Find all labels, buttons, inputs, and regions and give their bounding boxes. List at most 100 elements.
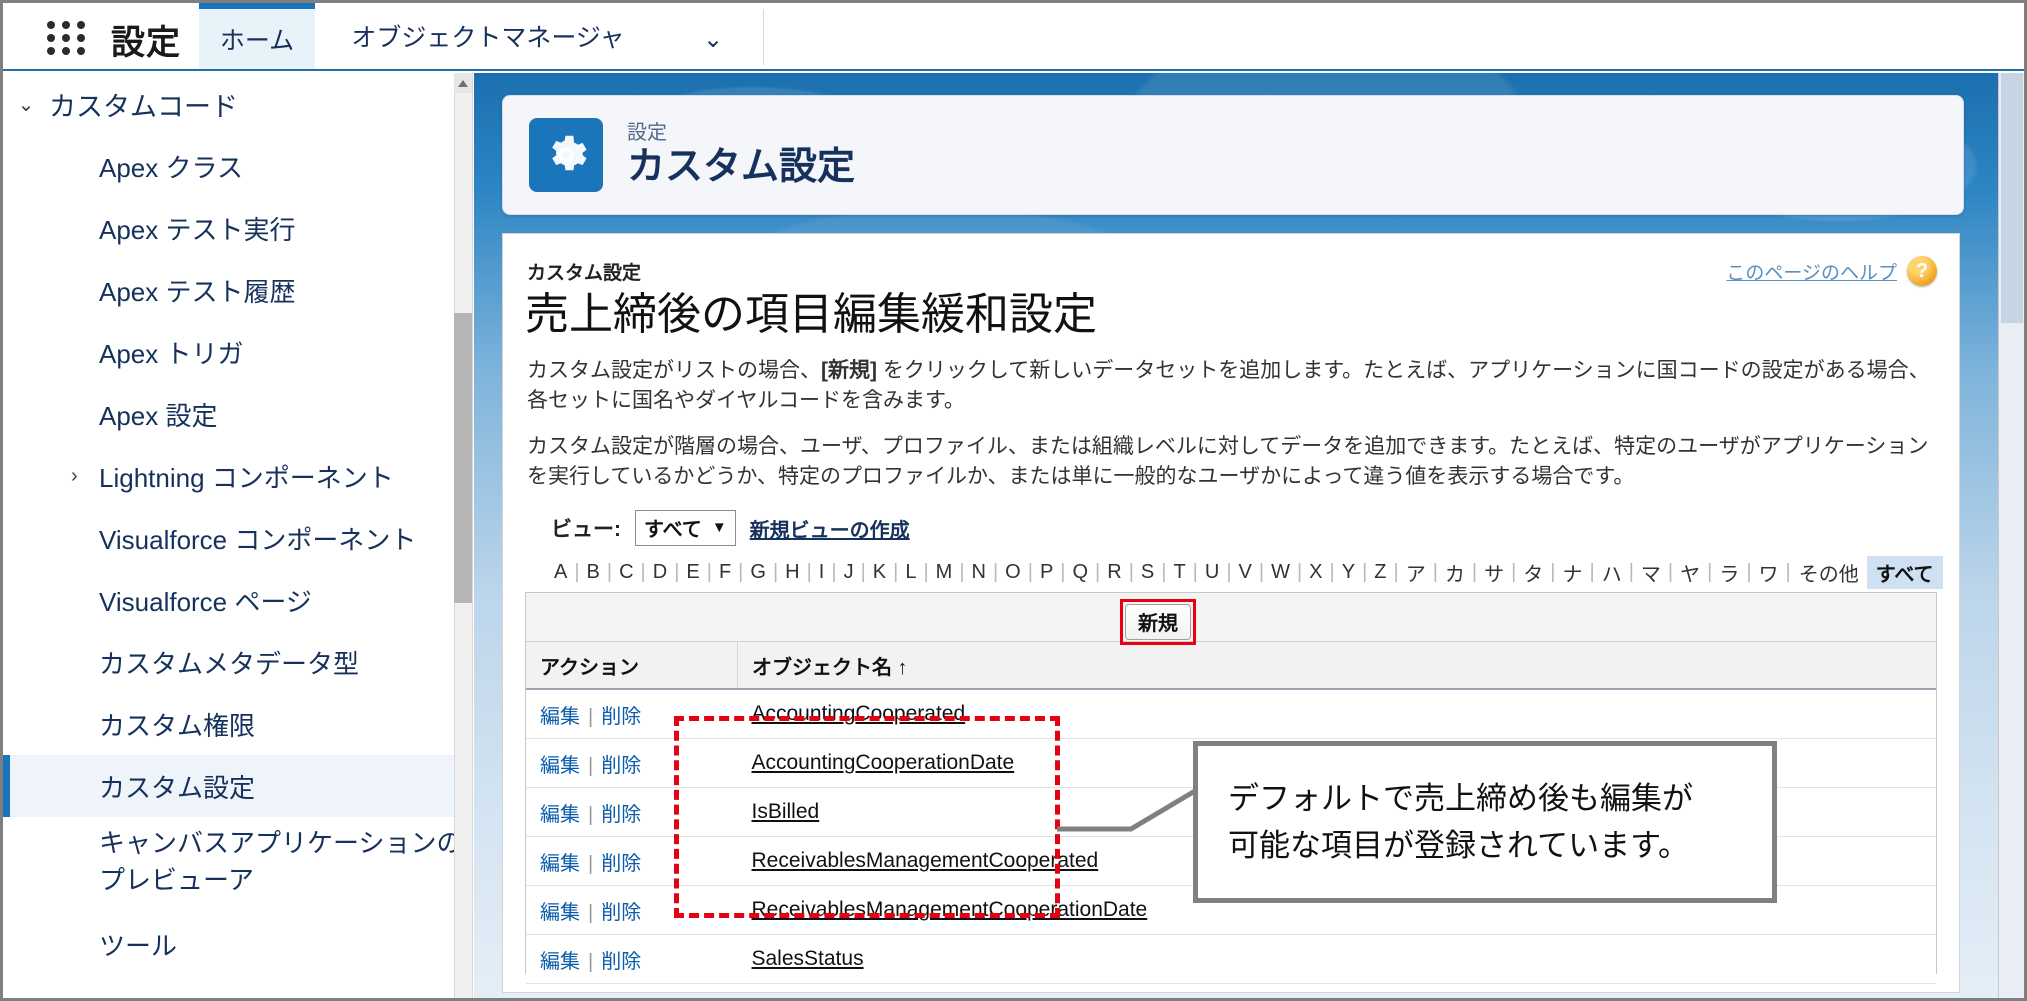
- alpha-letter[interactable]: L: [898, 561, 923, 584]
- table-row[interactable]: 編集|削除 AccountingCooperated: [526, 689, 1936, 739]
- create-new-view-link[interactable]: 新規ビューの作成: [750, 514, 910, 543]
- alpha-letter[interactable]: ヤ: [1673, 558, 1707, 587]
- delete-link[interactable]: 削除: [601, 755, 641, 777]
- header-divider: [763, 9, 764, 65]
- alpha-letter[interactable]: ワ: [1752, 558, 1786, 587]
- edit-link[interactable]: 編集: [540, 706, 580, 728]
- sidebar-item-custom-metadata-types[interactable]: カスタムメタデータ型: [3, 631, 472, 693]
- chevron-right-icon[interactable]: ›: [71, 465, 78, 488]
- alpha-letter[interactable]: U: [1198, 561, 1226, 584]
- page-scrollbar-thumb[interactable]: [2001, 73, 2023, 323]
- page-scrollbar[interactable]: [1998, 73, 2024, 1001]
- sidebar-item-visualforce-components[interactable]: Visualforce コンポーネント: [3, 507, 472, 569]
- alpha-letter[interactable]: S: [1134, 561, 1161, 584]
- alpha-letter[interactable]: サ: [1477, 558, 1511, 587]
- object-name-link[interactable]: AccountingCooperated: [752, 702, 966, 725]
- alpha-letter[interactable]: ラ: [1712, 558, 1746, 587]
- edit-link[interactable]: 編集: [540, 853, 580, 875]
- row-actions: 編集|削除: [526, 689, 738, 739]
- chevron-down-icon[interactable]: ⌄: [703, 25, 723, 54]
- alpha-letter[interactable]: N: [965, 561, 993, 584]
- alpha-all[interactable]: すべて: [1867, 556, 1943, 589]
- scroll-up-arrow-icon[interactable]: [454, 73, 472, 93]
- object-name-link[interactable]: IsBilled: [752, 800, 820, 823]
- app-window: 設定 ホーム オブジェクトマネージャ ⌄ ⌄ カスタムコード Apex クラス …: [0, 0, 2027, 1001]
- delete-link[interactable]: 削除: [601, 804, 641, 826]
- sidebar-item-tools[interactable]: ツール: [3, 913, 472, 975]
- sidebar-item-apex-triggers[interactable]: Apex トリガ: [3, 321, 472, 383]
- edit-link[interactable]: 編集: [540, 755, 580, 777]
- help-question-icon[interactable]: ?: [1907, 256, 1937, 286]
- alpha-letter[interactable]: ハ: [1595, 558, 1629, 587]
- alpha-letter[interactable]: カ: [1438, 558, 1472, 587]
- delete-link[interactable]: 削除: [601, 853, 641, 875]
- sidebar-scrollbar[interactable]: [454, 73, 472, 1001]
- table-row[interactable]: 編集|削除 SalesStatus: [526, 935, 1936, 984]
- alpha-letter[interactable]: B: [580, 561, 607, 584]
- sidebar-item-apex-classes[interactable]: Apex クラス: [3, 135, 472, 197]
- alpha-other[interactable]: その他: [1791, 558, 1867, 587]
- alpha-letter[interactable]: W: [1264, 561, 1297, 584]
- alpha-letter[interactable]: ナ: [1556, 558, 1590, 587]
- alpha-letter[interactable]: K: [866, 561, 893, 584]
- page-header-card: 設定 カスタム設定: [502, 95, 1964, 215]
- annotation-callout: デフォルトで売上締め後も編集が 可能な項目が登録されています。: [1193, 741, 1777, 903]
- alpha-letter[interactable]: E: [679, 561, 706, 584]
- alpha-letter[interactable]: C: [612, 561, 640, 584]
- object-name-link[interactable]: SalesStatus: [752, 947, 864, 970]
- alpha-letter[interactable]: V: [1232, 561, 1259, 584]
- object-name-link[interactable]: ReceivablesManagementCooperated: [752, 849, 1099, 872]
- alpha-letter[interactable]: J: [837, 561, 861, 584]
- sidebar-item-lightning-components[interactable]: › Lightning コンポーネント: [3, 445, 472, 507]
- delete-link[interactable]: 削除: [601, 706, 641, 728]
- edit-link[interactable]: 編集: [540, 951, 580, 973]
- alpha-letter[interactable]: ア: [1399, 558, 1433, 587]
- alpha-letter[interactable]: I: [812, 561, 832, 584]
- object-name-link[interactable]: ReceivablesManagementCooperationDate: [752, 898, 1148, 921]
- delete-link[interactable]: 削除: [601, 902, 641, 924]
- alpha-letter[interactable]: F: [712, 561, 738, 584]
- description-paragraph-2: カスタム設定が階層の場合、ユーザ、プロファイル、または組織レベルに対してデータを…: [527, 432, 1935, 493]
- view-label: ビュー:: [551, 513, 621, 543]
- alpha-letter[interactable]: P: [1033, 561, 1060, 584]
- sidebar-item-apex-test-history[interactable]: Apex テスト履歴: [3, 259, 472, 321]
- app-launcher-waffle-icon[interactable]: [47, 21, 87, 53]
- alpha-letter[interactable]: タ: [1516, 558, 1550, 587]
- alpha-letter[interactable]: Y: [1335, 561, 1362, 584]
- alpha-letter[interactable]: O: [998, 561, 1028, 584]
- sidebar-scrollbar-thumb[interactable]: [454, 313, 472, 603]
- view-select[interactable]: すべて ▼: [635, 510, 736, 546]
- object-name-link[interactable]: AccountingCooperationDate: [752, 751, 1015, 774]
- alpha-letter[interactable]: H: [778, 561, 806, 584]
- sidebar-item-apex-test-execution[interactable]: Apex テスト実行: [3, 197, 472, 259]
- sidebar-item-canvas-app-previewer[interactable]: キャンバスアプリケーションのプレビューア: [3, 817, 472, 913]
- new-button[interactable]: 新規: [1125, 604, 1191, 640]
- alpha-letter[interactable]: D: [646, 561, 674, 584]
- alpha-letter[interactable]: M: [929, 561, 960, 584]
- edit-link[interactable]: 編集: [540, 902, 580, 924]
- alpha-letter[interactable]: マ: [1634, 558, 1668, 587]
- sidebar-item-custom-settings[interactable]: カスタム設定: [3, 755, 472, 817]
- tab-home[interactable]: ホーム: [199, 3, 315, 69]
- sidebar-group-custom-code[interactable]: ⌄ カスタムコード: [3, 73, 472, 135]
- alpha-letter[interactable]: T: [1166, 561, 1192, 584]
- tab-object-manager[interactable]: オブジェクトマネージャ: [323, 3, 653, 69]
- alphabet-filter: A| B| C| D| E| F| G| H| I| J| K| L| M| N…: [547, 556, 1943, 589]
- help-for-this-page[interactable]: このページのヘルプ ?: [1726, 256, 1937, 286]
- edit-link[interactable]: 編集: [540, 804, 580, 826]
- alpha-letter[interactable]: G: [743, 561, 773, 584]
- column-header-object-name[interactable]: オブジェクト名 ↑: [738, 642, 1937, 689]
- alpha-letter[interactable]: A: [547, 561, 574, 584]
- alpha-letter[interactable]: Q: [1065, 561, 1095, 584]
- column-header-action[interactable]: アクション: [526, 642, 738, 689]
- sidebar-item-apex-settings[interactable]: Apex 設定: [3, 383, 472, 445]
- chevron-down-icon[interactable]: ⌄: [3, 92, 49, 117]
- delete-link[interactable]: 削除: [601, 951, 641, 973]
- alpha-letter[interactable]: Z: [1367, 561, 1393, 584]
- alpha-letter[interactable]: X: [1302, 561, 1329, 584]
- help-link-label[interactable]: このページのヘルプ: [1726, 258, 1897, 285]
- chevron-down-icon: ▼: [712, 519, 727, 536]
- alpha-letter[interactable]: R: [1100, 561, 1128, 584]
- sidebar-item-custom-permissions[interactable]: カスタム権限: [3, 693, 472, 755]
- sidebar-item-visualforce-pages[interactable]: Visualforce ページ: [3, 569, 472, 631]
